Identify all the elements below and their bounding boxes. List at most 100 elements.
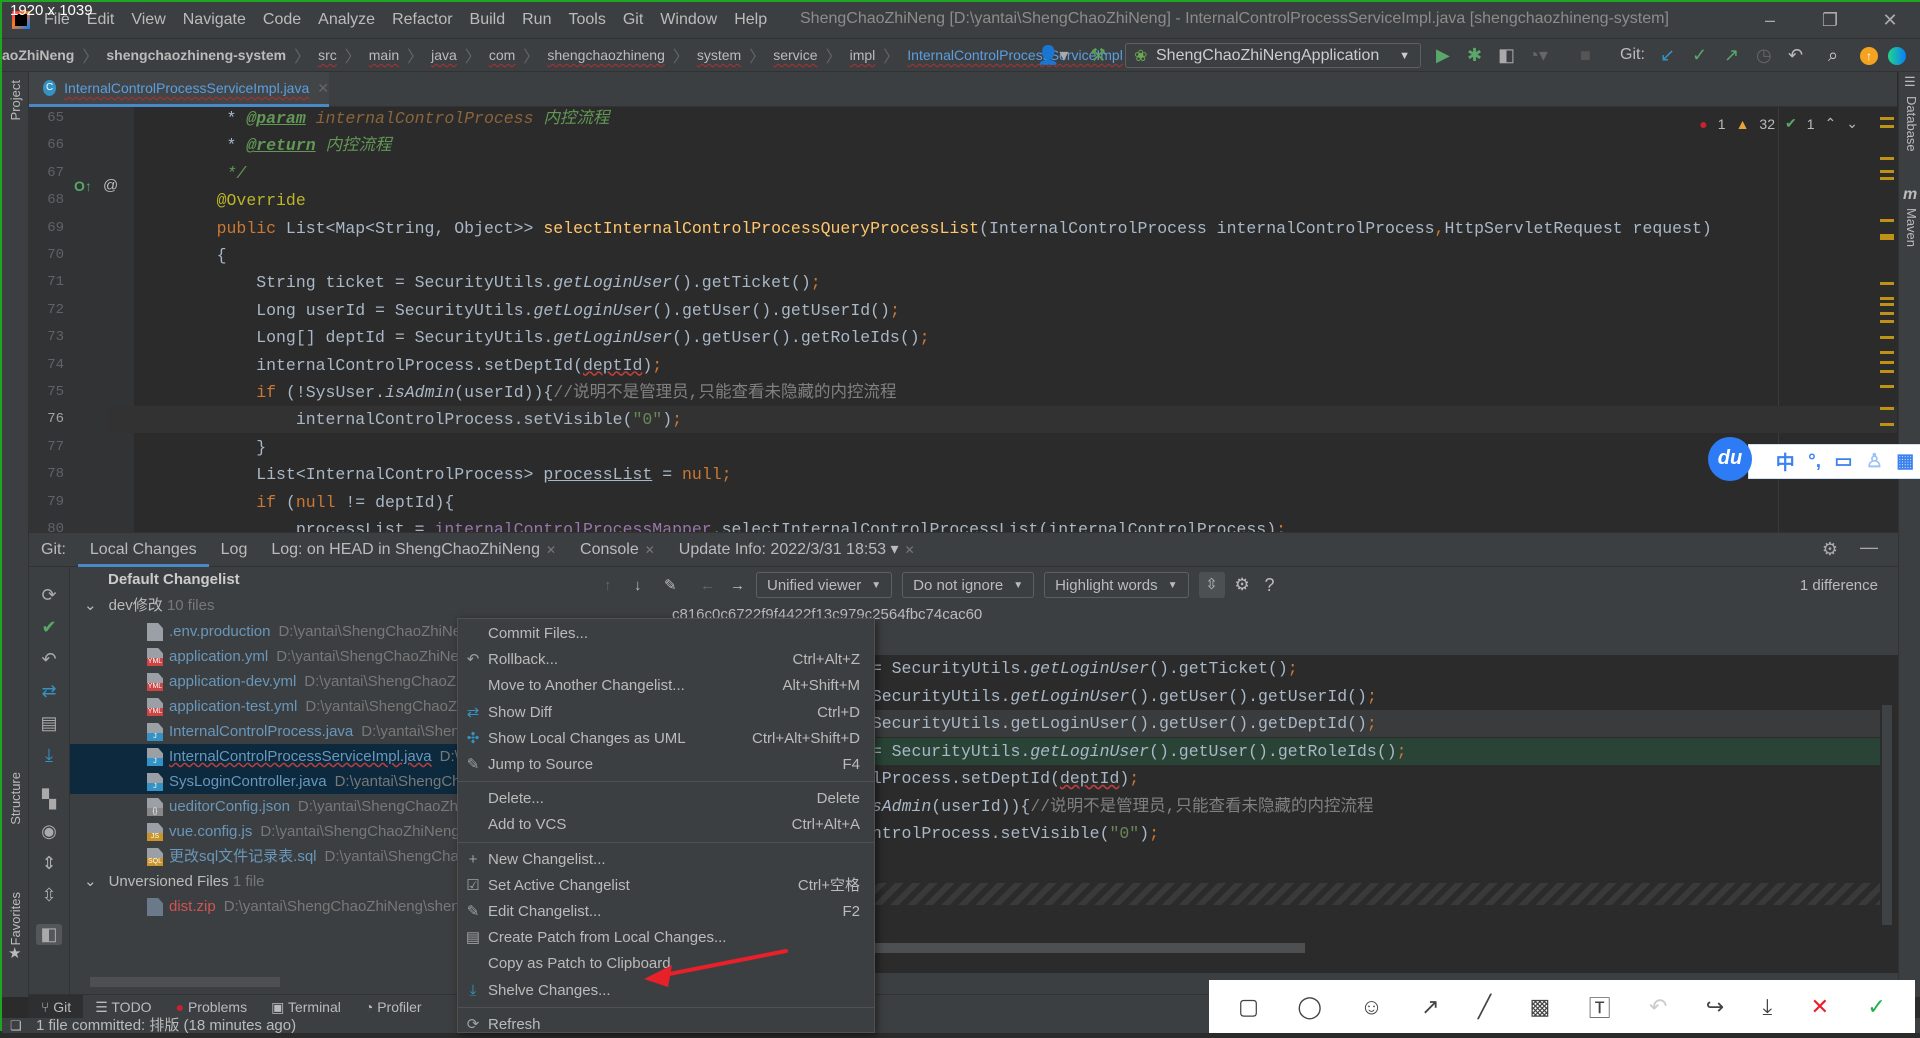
expand-chevron-icon[interactable]: ⌄	[84, 873, 97, 890]
menu-item-new-changelist[interactable]: + New Changelist...	[458, 847, 874, 873]
menu-item-edit-changelist[interactable]: ✎ Edit Changelist... F2	[458, 899, 874, 925]
run-configuration-select[interactable]: ❀ ShengChaoZhiNengApplication ▼	[1125, 43, 1421, 68]
database-tool-button[interactable]: Database	[1904, 96, 1919, 152]
menu-item-set-active-changelist[interactable]: ☑ Set Active Changelist Ctrl+空格	[458, 873, 874, 899]
cancel-icon[interactable]: ✕	[1811, 994, 1829, 1020]
tool-window-terminal[interactable]: ▣ Terminal	[259, 995, 353, 1019]
tab-log-on-head-in-shengchaozhineng[interactable]: Log: on HEAD in ShengChaoZhiNeng ✕	[259, 533, 568, 567]
menu-item-show-local-changes-as-uml[interactable]: ✣ Show Local Changes as UML Ctrl+Alt+Shift…	[458, 726, 874, 752]
rollback-icon[interactable]: ↶	[36, 649, 62, 670]
collapse-all-icon[interactable]: ⇳	[36, 885, 62, 906]
stop-icon[interactable]: ■	[1580, 45, 1591, 65]
profile-icon[interactable]: ◔▾	[1528, 45, 1548, 65]
git-update-icon[interactable]: ↙	[1660, 45, 1675, 65]
tree-horizontal-scrollbar[interactable]	[90, 977, 280, 987]
next-highlight-icon[interactable]: ⌄	[1846, 115, 1858, 132]
changelist-dev[interactable]: ⌄ dev修改 10 files	[70, 593, 589, 618]
menu-run[interactable]: Run	[522, 11, 551, 29]
tab-update-info-2022-3-31-18-53[interactable]: Update Info: 2022/3/31 18:53 ▾ ✕	[667, 533, 927, 567]
warning-stripe-mark[interactable]	[1880, 177, 1894, 180]
menu-item-move-to-another-changelist[interactable]: Move to Another Changelist... Alt+Shift+M	[458, 673, 874, 699]
close-tab-icon[interactable]: ✕	[546, 543, 556, 557]
menu-window[interactable]: Window	[660, 11, 717, 29]
ime-grid-icon[interactable]: ▦	[1896, 450, 1914, 473]
tool-window-profiler[interactable]: ◔ Profiler	[353, 995, 434, 1019]
close-tab-icon[interactable]: ✕	[645, 543, 655, 557]
share-icon[interactable]: ↪	[1706, 994, 1724, 1020]
tool-window-todo[interactable]: ☰ TODO	[83, 995, 163, 1019]
menu-view[interactable]: View	[131, 11, 165, 29]
menu-item-delete[interactable]: Delete... Delete	[458, 786, 874, 812]
ignore-policy-select[interactable]: Do not ignore ▼	[902, 572, 1035, 598]
warning-stripe-mark[interactable]	[1880, 219, 1894, 222]
debug-icon[interactable]: ✱	[1467, 45, 1482, 65]
viewer-mode-select[interactable]: Unified viewer ▼	[756, 572, 893, 598]
warning-stripe-mark[interactable]	[1880, 407, 1894, 410]
inspection-widget[interactable]: ● 1 ▲ 32 ✔ 1 ⌃ ⌄	[1699, 115, 1858, 132]
settings-gear-icon[interactable]: ⚙	[1822, 539, 1838, 560]
code-editor[interactable]: 65 66 67 68 69 70 71 72 73 74 75 76 77 78 79 80 * @para…	[29, 107, 1898, 532]
confirm-icon[interactable]: ✓	[1867, 994, 1885, 1020]
toolbox-icon[interactable]	[1888, 47, 1906, 65]
previous-file-icon[interactable]: ←	[700, 577, 730, 594]
help-button[interactable]: ?	[1265, 575, 1295, 596]
breadcrumb-item[interactable]: src	[318, 47, 337, 63]
warning-stripe-mark[interactable]	[1880, 282, 1894, 285]
next-file-icon[interactable]: →	[730, 577, 756, 594]
warning-stripe-mark[interactable]	[1880, 423, 1894, 426]
menu-item-commit-files[interactable]: Commit Files...	[458, 621, 874, 647]
warning-stripe-mark[interactable]	[1880, 170, 1894, 173]
baidu-ime-toolbar[interactable]: 中 °, ▭ ♙ ▦ du	[1708, 437, 1920, 482]
warning-stripe-mark[interactable]	[1880, 336, 1894, 339]
tab-internal-control-process-service-impl[interactable]: C InternalControlProcessServiceImpl.java…	[29, 72, 329, 107]
menu-item-refresh[interactable]: ⟳ Refresh	[458, 1012, 874, 1038]
project-tool-button[interactable]: Project	[8, 80, 23, 120]
menu-git[interactable]: Git	[623, 11, 643, 29]
pen-tool-icon[interactable]: ╱	[1478, 994, 1491, 1020]
run-icon[interactable]: ▶	[1436, 45, 1450, 65]
shelve-icon[interactable]: ⤓	[36, 745, 62, 766]
mosaic-tool-icon[interactable]: ▩	[1529, 994, 1550, 1020]
search-icon[interactable]: ⌕	[1828, 45, 1838, 65]
ime-keyboard-icon[interactable]: ▭	[1834, 450, 1852, 473]
save-icon[interactable]: ⤓	[1763, 994, 1773, 1020]
collapse-unchanged-icon[interactable]: ⇳	[1198, 572, 1225, 598]
text-tool-icon[interactable]: 🅃	[1589, 991, 1611, 1023]
expand-all-icon[interactable]: ⇕	[36, 853, 62, 874]
warning-stripe-mark[interactable]	[1880, 312, 1894, 315]
menu-navigate[interactable]: Navigate	[183, 11, 246, 29]
diff-vertical-scrollbar[interactable]	[1882, 705, 1892, 925]
breadcrumb-item[interactable]: system	[697, 47, 741, 63]
build-hammer-icon[interactable]: ⚒	[1090, 45, 1106, 65]
edit-source-icon[interactable]: ✎	[664, 576, 700, 594]
rectangle-tool-icon[interactable]: ▢	[1238, 994, 1259, 1020]
minimize-button[interactable]: –	[1740, 2, 1800, 38]
breadcrumb-item[interactable]: service	[773, 47, 817, 63]
warning-stripe-mark[interactable]	[1880, 351, 1894, 354]
override-at-icon[interactable]: @	[77, 177, 118, 194]
breadcrumb-item[interactable]: shengchaozhineng-system	[106, 47, 286, 63]
maven-tool-button[interactable]: Maven	[1904, 208, 1919, 247]
hide-panel-icon[interactable]: —	[1860, 537, 1878, 558]
favorites-tool-button[interactable]: Favorites	[8, 892, 23, 945]
commit-check-icon[interactable]: ✔	[36, 617, 62, 638]
warning-stripe-mark[interactable]	[1880, 125, 1894, 128]
expand-chevron-icon[interactable]: ⌄	[84, 597, 97, 614]
history-icon[interactable]: ◷	[1756, 45, 1772, 65]
coverage-icon[interactable]: ◧	[1498, 45, 1515, 65]
next-diff-icon[interactable]: ↓	[634, 577, 664, 594]
warning-stripe-mark[interactable]	[1880, 157, 1894, 160]
warning-stripe-mark[interactable]	[1880, 385, 1894, 388]
warning-stripe-mark[interactable]	[1880, 117, 1894, 120]
undo-icon[interactable]: ↶	[1649, 994, 1667, 1020]
previous-diff-icon[interactable]: ↑	[604, 577, 634, 594]
breadcrumb-item[interactable]: aoZhiNeng	[2, 47, 74, 63]
arrow-tool-icon[interactable]: ↗	[1421, 994, 1439, 1020]
git-commit-icon[interactable]: ✓	[1692, 45, 1707, 65]
rollback-icon[interactable]: ↶	[1788, 45, 1803, 65]
tab-console[interactable]: Console ✕	[568, 533, 667, 567]
menu-analyze[interactable]: Analyze	[318, 11, 375, 29]
menu-item-add-to-vcs[interactable]: Add to VCS Ctrl+Alt+A	[458, 812, 874, 838]
group-by-icon[interactable]: ▚	[36, 789, 62, 810]
menu-code[interactable]: Code	[263, 11, 301, 29]
